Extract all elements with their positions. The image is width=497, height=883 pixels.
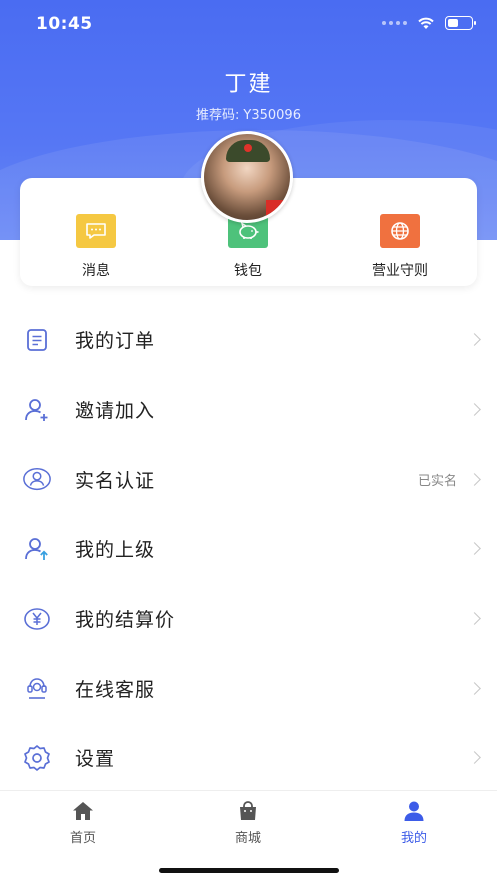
chevron-right-icon [468,681,481,695]
menu-item-my-superior[interactable]: 我的上级 [0,514,497,584]
quick-action-label: 营业守则 [372,263,428,279]
quick-action-business-rules[interactable]: 营业守则 [340,214,460,280]
chevron-right-icon [468,333,481,347]
chevron-right-icon [468,751,481,765]
home-icon [73,802,93,820]
chevron-right-icon [468,472,481,486]
avatar[interactable] [201,131,293,223]
face-id-icon [23,468,51,491]
invite-user-icon [25,398,48,421]
menu-item-settlement-price[interactable]: 我的结算价 [0,584,497,654]
menu-item-label: 设置 [75,748,116,771]
menu-item-label: 我的上级 [75,539,156,562]
chevron-right-icon [468,403,481,416]
tab-mine[interactable]: 我的 [364,799,464,846]
user-icon [404,801,424,821]
menu-item-my-orders[interactable]: 我的订单 [0,305,497,375]
tab-mall[interactable]: 商城 [198,799,298,846]
quick-action-wallet[interactable]: 钱包 [188,214,308,280]
menu-item-invite[interactable]: 邀请加入 [0,375,497,445]
customer-service-icon [27,678,47,700]
quick-action-label: 消息 [82,263,110,279]
superior-user-icon [25,538,48,560]
tab-label: 我的 [400,831,427,846]
menu-item-label: 实名认证 [75,469,156,492]
signal-icon [382,21,407,25]
tab-home[interactable]: 首页 [33,799,133,846]
tab-label: 首页 [69,831,96,846]
menu-item-customer-service[interactable]: 在线客服 [0,653,497,723]
verification-status: 已实名 [417,473,457,489]
shopping-bag-icon [240,801,256,820]
referral-code: Y350096 [243,108,301,123]
referral-label: 推荐码: [196,108,240,123]
chevron-right-icon [468,612,481,625]
menu-item-label: 我的结算价 [75,609,176,632]
wifi-icon [418,17,434,29]
menu-item-label: 我的订单 [75,330,156,353]
menu-item-label: 在线客服 [75,678,156,701]
piggy-bank-icon [239,222,259,239]
menu-list: 我的订单 邀请加入 实名认证 已实名 我的上级 我的结算价 在线客服 设置 [0,305,497,793]
menu-item-label: 邀请加入 [75,400,156,423]
referral-code-line: 推荐码: Y350096 [0,104,497,123]
flag-icon [266,200,286,216]
status-bar: 10:45 [0,0,497,48]
order-list-icon [27,328,47,351]
globe-icon [391,222,409,240]
yuan-icon [24,607,50,630]
chevron-right-icon [468,542,481,556]
status-time: 10:45 [36,14,93,34]
battery-icon [445,16,476,30]
home-indicator [159,868,339,873]
tab-label: 商城 [234,831,261,846]
gear-icon [24,745,50,771]
user-name: 丁建 [224,72,273,97]
menu-item-settings[interactable]: 设置 [0,723,497,793]
quick-action-messages[interactable]: 消息 [36,214,156,280]
message-icon [86,223,106,239]
quick-action-label: 钱包 [234,263,262,279]
menu-item-real-name-verification[interactable]: 实名认证 已实名 [0,444,497,514]
